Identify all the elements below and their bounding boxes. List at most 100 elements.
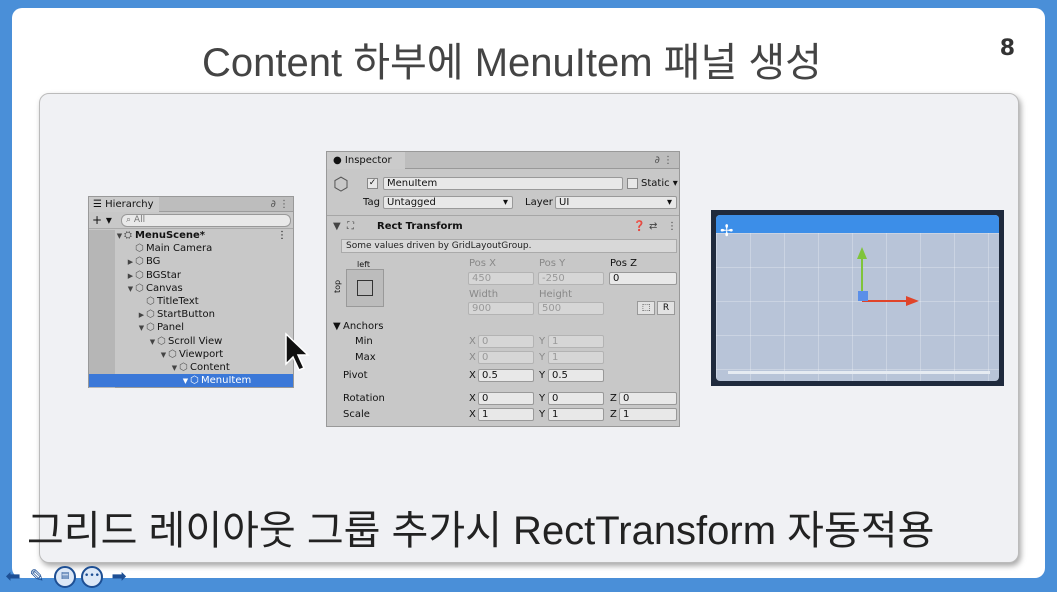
max-x-field[interactable]: 0 (478, 351, 534, 364)
static-checkbox[interactable] (627, 178, 638, 189)
expand-arrow-icon[interactable]: ▶ (126, 256, 135, 269)
gameobject-icon: ⬡ (135, 243, 144, 255)
scene-view[interactable]: ✢ (711, 210, 1004, 386)
object-name-field[interactable]: MenuItem (383, 177, 623, 190)
hierarchy-tab[interactable]: ☰ Hierarchy (89, 197, 159, 212)
min-y-field[interactable]: 1 (548, 335, 604, 348)
static-dropdown[interactable]: Static ▾ (641, 177, 678, 190)
move-gizmo[interactable] (716, 215, 999, 381)
hierarchy-row-label: BGStar (146, 269, 181, 281)
list-icon: ☰ (93, 199, 102, 210)
separator (327, 215, 679, 216)
expand-arrow-icon[interactable]: ▼ (126, 283, 135, 296)
hierarchy-panel: ☰ Hierarchy ∂ ⋮ + ▾ ⌕ All ▼ ⛭ MenuScene* ⋮ ⬡… (88, 196, 294, 388)
expand-arrow-icon[interactable]: ▼ (333, 220, 341, 233)
prev-arrow-icon[interactable]: ⬅ (2, 566, 24, 588)
expand-arrow-icon[interactable]: ▼ (181, 375, 190, 388)
lock-icon[interactable]: ∂ (655, 155, 660, 166)
pos-x-field[interactable]: 450 (468, 272, 534, 285)
scale-z-axis: Z (610, 409, 617, 420)
more-icon[interactable]: ⋮ (277, 229, 287, 242)
anchor-preset-button[interactable] (346, 269, 384, 307)
hierarchy-row-label: Content (190, 361, 230, 373)
width-field[interactable]: 900 (468, 302, 534, 315)
expand-arrow-icon[interactable]: ▶ (126, 270, 135, 283)
hierarchy-row[interactable]: ▼ ⛭ MenuScene* ⋮ (89, 229, 293, 242)
hierarchy-search-input[interactable]: ⌕ All (121, 214, 291, 227)
expand-arrow-icon[interactable]: ▼ (137, 322, 146, 335)
scale-z-field[interactable]: 1 (619, 408, 677, 421)
more-options-icon[interactable]: ••• (81, 566, 103, 588)
hierarchy-tree: ▼ ⛭ MenuScene* ⋮ ⬡ Main Camera ▶ ⬡ BG ▶ ⬡ BGStar ▼ ⬡ C… (89, 229, 293, 388)
hierarchy-row[interactable]: ▼ ⬡ Viewport (89, 348, 293, 361)
hierarchy-row[interactable]: ▶ ⬡ StartButton (89, 308, 293, 321)
blueprint-mode-button[interactable]: ⬚ (637, 301, 655, 315)
hierarchy-row-label: MenuScene* (135, 230, 206, 241)
add-button[interactable]: + ▾ (92, 213, 112, 227)
expand-arrow-icon[interactable]: ▼ (148, 336, 157, 349)
scale-x-field[interactable]: 1 (478, 408, 534, 421)
rot-z-field[interactable]: 0 (619, 392, 677, 405)
raw-edit-button[interactable]: R (657, 301, 675, 315)
hierarchy-row[interactable]: ▼ ⬡ Canvas (89, 282, 293, 295)
min-x-axis: X (469, 336, 476, 347)
next-arrow-icon[interactable]: ➡ (108, 566, 130, 588)
hierarchy-row[interactable]: ▼ ⬡ Panel (89, 321, 293, 334)
rotation-label: Rotation (343, 393, 385, 404)
hierarchy-tab-icons: ∂ ⋮ (271, 197, 289, 212)
hierarchy-row[interactable]: ▶ ⬡ BG (89, 255, 293, 268)
help-icon[interactable]: ❓ (633, 220, 645, 233)
component-title: Rect Transform (377, 221, 463, 232)
more-icon[interactable]: ⋮ (279, 199, 289, 210)
hierarchy-row-label: Scroll View (168, 335, 223, 347)
anchor-preset-icon (357, 280, 373, 296)
rot-y-field[interactable]: 0 (548, 392, 604, 405)
hierarchy-row[interactable]: ▼ ⬡ Content (89, 361, 293, 374)
inspector-tab[interactable]: ● Inspector (327, 152, 405, 169)
pivot-x-field[interactable]: 0.5 (478, 369, 534, 382)
mouse-cursor-icon (285, 332, 310, 371)
gizmo-x-arrow-icon[interactable] (906, 296, 919, 306)
page-number: 8 (999, 36, 1015, 61)
settings-icon[interactable]: ⇄ (649, 220, 657, 233)
anchor-v-label: top (333, 279, 343, 294)
more-icon[interactable]: ⋮ (663, 155, 673, 166)
pos-z-label: Pos Z (610, 258, 638, 269)
gizmo-center-handle[interactable] (858, 291, 868, 301)
lock-icon[interactable]: ∂ (271, 199, 276, 210)
pos-y-field[interactable]: -250 (538, 272, 604, 285)
hierarchy-row[interactable]: ▼ ⬡ Scroll View (89, 335, 293, 348)
hierarchy-row[interactable]: ⬡ Main Camera (89, 242, 293, 255)
pen-icon[interactable]: ✎ (26, 566, 48, 588)
more-icon[interactable]: ⋮ (667, 220, 677, 233)
active-checkbox[interactable]: ✓ (367, 178, 378, 189)
pivot-y-field[interactable]: 0.5 (548, 369, 604, 382)
min-x-field[interactable]: 0 (478, 335, 534, 348)
hierarchy-row[interactable]: ⬡ TitleText (89, 295, 293, 308)
scene-icon: ⛭ (124, 230, 132, 241)
gameobject-icon: ⬡ (146, 322, 155, 334)
pivot-x-axis: X (469, 370, 476, 381)
gizmo-y-arrow-icon[interactable] (857, 247, 867, 259)
expand-arrow-icon[interactable]: ▼ (115, 230, 124, 243)
layer-label: Layer (525, 197, 553, 208)
hierarchy-row[interactable]: ▼ ⬡ MenuItem (89, 374, 293, 388)
layer-dropdown[interactable]: UI ▾ (555, 196, 677, 209)
expand-arrow-icon[interactable]: ▶ (137, 309, 146, 322)
scale-y-field[interactable]: 1 (548, 408, 604, 421)
expand-arrow-icon[interactable]: ▼ (159, 349, 168, 362)
max-y-field[interactable]: 1 (548, 351, 604, 364)
gameobject-icon: ⬡ (146, 309, 155, 321)
height-field[interactable]: 500 (538, 302, 604, 315)
slides-icon[interactable]: ▤ (54, 566, 76, 588)
chevron-down-icon: ▾ (666, 197, 672, 208)
rot-x-field[interactable]: 0 (478, 392, 534, 405)
driven-note: Some values driven by GridLayoutGroup. (341, 239, 677, 253)
expand-arrow-icon[interactable]: ▼ (170, 362, 179, 375)
hierarchy-row[interactable]: ▶ ⬡ BGStar (89, 269, 293, 282)
tag-dropdown[interactable]: Untagged ▾ (383, 196, 513, 209)
pos-z-field[interactable]: 0 (609, 272, 677, 285)
gameobject-icon: ⬡ (168, 348, 177, 360)
anchors-expand-icon[interactable]: ▼ (333, 320, 341, 333)
hierarchy-tabbar: ☰ Hierarchy ∂ ⋮ (89, 197, 293, 212)
